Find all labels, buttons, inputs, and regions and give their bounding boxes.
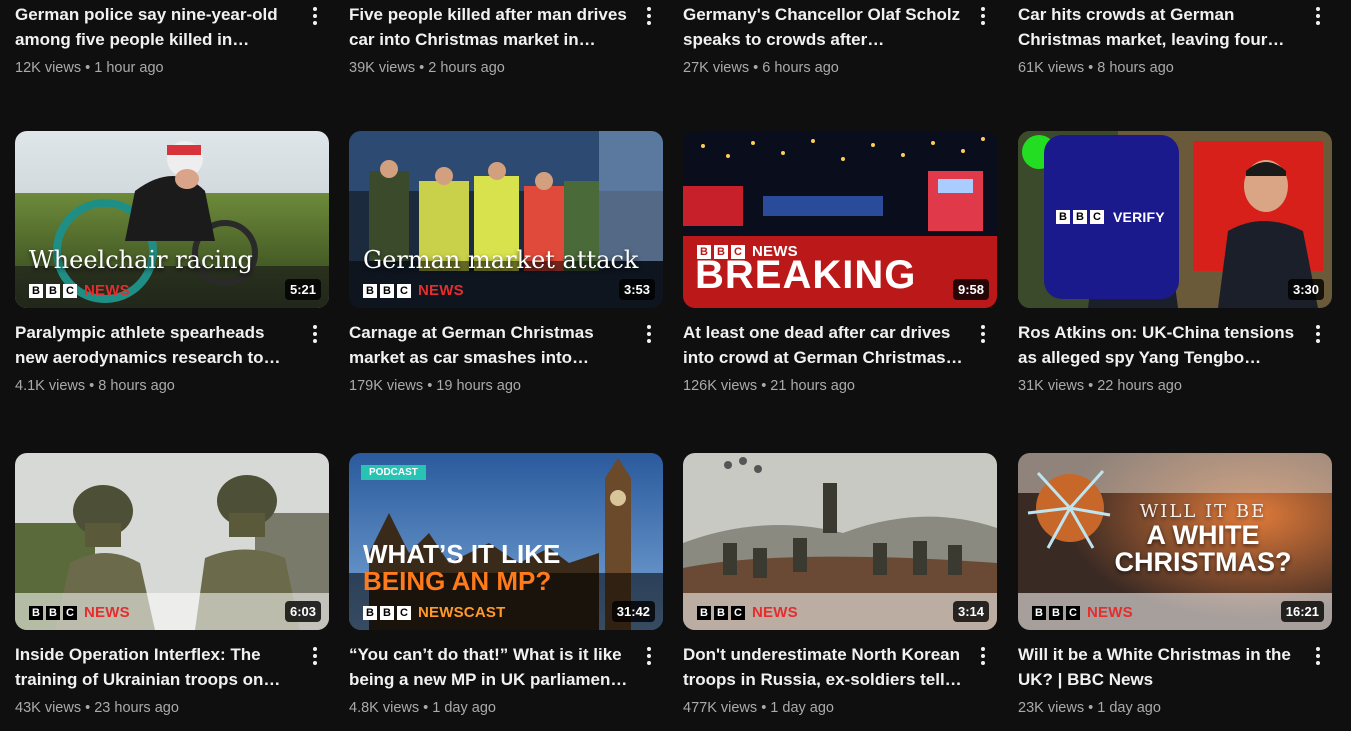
video-title[interactable]: German police say nine-year-old among fi… (15, 2, 299, 52)
video-card[interactable]: BBC NEWS 6:03 Inside Operation Interflex… (15, 453, 329, 718)
bbc-news-logo: BBC NEWS (29, 282, 130, 299)
video-thumbnail[interactable]: BBC NEWS BREAKING 9:58 (683, 131, 997, 308)
podcast-tag: PODCAST (361, 465, 426, 480)
video-thumbnail[interactable]: WILL IT BE A WHITE CHRISTMAS? BBC NEWS 1… (1018, 453, 1332, 630)
video-stats: 27K views • 6 hours ago (683, 60, 839, 76)
breaking-text: BREAKING (695, 253, 917, 297)
bbc-news-logo: BBC NEWS (1032, 604, 1133, 621)
video-meta: “You can’t do that!” What is it like bei… (349, 642, 663, 718)
bbc-news-logo: BBC NEWS (697, 604, 798, 621)
video-card[interactable]: Wheelchair racing BBC NEWS 5:21 Paralymp… (15, 131, 329, 396)
video-card[interactable]: Car hits crowds at German Christmas mark… (1018, 0, 1332, 78)
thumbnail-overlay-text: WILL IT BE A WHITE CHRISTMAS? (1114, 501, 1292, 577)
more-actions-icon[interactable] (1308, 322, 1328, 346)
video-thumbnail[interactable]: Wheelchair racing BBC NEWS 5:21 (15, 131, 329, 308)
video-grid: German police say nine-year-old among fi… (0, 0, 1351, 731)
bbc-news-logo: BBC NEWS (29, 604, 130, 621)
video-duration: 3:30 (1287, 279, 1324, 300)
video-thumbnail[interactable]: BBC NEWS 6:03 (15, 453, 329, 630)
video-title[interactable]: Five people killed after man drives car … (349, 2, 633, 52)
video-thumbnail[interactable]: BBC NEWS 3:14 (683, 453, 997, 630)
video-thumbnail[interactable]: German market attack BBC NEWS 3:53 (349, 131, 663, 308)
video-title[interactable]: “You can’t do that!” What is it like bei… (349, 642, 633, 692)
video-title[interactable]: Paralympic athlete spearheads new aerody… (15, 320, 299, 370)
video-meta: Paralympic athlete spearheads new aerody… (15, 320, 329, 396)
video-card[interactable]: Five people killed after man drives car … (349, 0, 663, 78)
video-card[interactable]: German police say nine-year-old among fi… (15, 0, 329, 78)
video-card[interactable]: Germany's Chancellor Olaf Scholz speaks … (683, 0, 997, 78)
video-thumbnail[interactable]: BBC VERIFY 3:30 (1018, 131, 1332, 308)
thumbnail-overlay-text: German market attack (363, 246, 639, 274)
video-meta: Will it be a White Christmas in the UK? … (1018, 642, 1332, 718)
video-meta: Ros Atkins on: UK-China tensions as alle… (1018, 320, 1332, 396)
video-stats: 4.8K views • 1 day ago (349, 700, 496, 716)
more-actions-icon[interactable] (639, 644, 659, 668)
more-actions-icon[interactable] (305, 4, 325, 28)
more-actions-icon[interactable] (973, 4, 993, 28)
more-actions-icon[interactable] (1308, 4, 1328, 28)
more-actions-icon[interactable] (973, 644, 993, 668)
more-actions-icon[interactable] (639, 4, 659, 28)
video-duration: 3:53 (618, 279, 655, 300)
thumbnail-overlay-text: WHAT’S IT LIKE BEING AN MP? (363, 539, 561, 596)
video-stats: 43K views • 23 hours ago (15, 700, 179, 716)
video-meta: Five people killed after man drives car … (349, 2, 663, 78)
video-card[interactable]: BBC NEWS BREAKING 9:58 At least one dead… (683, 131, 997, 396)
video-title[interactable]: Car hits crowds at German Christmas mark… (1018, 2, 1302, 52)
video-meta: Don't underestimate North Korean troops … (683, 642, 997, 718)
video-stats: 4.1K views • 8 hours ago (15, 378, 175, 394)
video-stats: 179K views • 19 hours ago (349, 378, 521, 394)
video-meta: Car hits crowds at German Christmas mark… (1018, 2, 1332, 78)
video-title[interactable]: Germany's Chancellor Olaf Scholz speaks … (683, 2, 967, 52)
more-actions-icon[interactable] (973, 322, 993, 346)
thumbnail-overlay-text: Wheelchair racing (29, 246, 253, 274)
video-stats: 12K views • 1 hour ago (15, 60, 164, 76)
video-title[interactable]: Will it be a White Christmas in the UK? … (1018, 642, 1302, 692)
more-actions-icon[interactable] (305, 644, 325, 668)
video-duration: 16:21 (1280, 601, 1324, 622)
video-stats: 126K views • 21 hours ago (683, 378, 855, 394)
video-duration: 5:21 (284, 279, 321, 300)
video-title[interactable]: Carnage at German Christmas market as ca… (349, 320, 633, 370)
video-card[interactable]: German market attack BBC NEWS 3:53 Carna… (349, 131, 663, 396)
video-title[interactable]: Ros Atkins on: UK-China tensions as alle… (1018, 320, 1302, 370)
bbc-newscast-logo: BBC NEWSCAST (363, 604, 505, 621)
video-meta: At least one dead after car drives into … (683, 320, 997, 396)
video-card[interactable]: BBC NEWS 3:14 Don't underestimate North … (683, 453, 997, 718)
video-stats: 23K views • 1 day ago (1018, 700, 1161, 716)
video-duration: 6:03 (284, 601, 321, 622)
video-stats: 61K views • 8 hours ago (1018, 60, 1174, 76)
video-stats: 39K views • 2 hours ago (349, 60, 505, 76)
video-title[interactable]: Inside Operation Interflex: The training… (15, 642, 299, 692)
video-meta: Germany's Chancellor Olaf Scholz speaks … (683, 2, 997, 78)
video-card[interactable]: BBC VERIFY 3:30 Ros Atkins on: UK-China … (1018, 131, 1332, 396)
video-stats: 31K views • 22 hours ago (1018, 378, 1182, 394)
video-duration: 31:42 (611, 601, 655, 622)
video-duration: 3:14 (952, 601, 989, 622)
video-meta: Carnage at German Christmas market as ca… (349, 320, 663, 396)
more-actions-icon[interactable] (639, 322, 659, 346)
video-duration: 9:58 (952, 279, 989, 300)
video-meta: German police say nine-year-old among fi… (15, 2, 329, 78)
video-meta: Inside Operation Interflex: The training… (15, 642, 329, 718)
video-stats: 477K views • 1 day ago (683, 700, 834, 716)
bbc-verify-logo: BBC VERIFY (1044, 135, 1179, 299)
more-actions-icon[interactable] (305, 322, 325, 346)
video-title[interactable]: Don't underestimate North Korean troops … (683, 642, 967, 692)
bbc-news-logo: BBC NEWS (363, 282, 464, 299)
video-card[interactable]: WILL IT BE A WHITE CHRISTMAS? BBC NEWS 1… (1018, 453, 1332, 718)
video-thumbnail[interactable]: PODCAST WHAT’S IT LIKE BEING AN MP? BBC … (349, 453, 663, 630)
video-card[interactable]: PODCAST WHAT’S IT LIKE BEING AN MP? BBC … (349, 453, 663, 718)
more-actions-icon[interactable] (1308, 644, 1328, 668)
video-title[interactable]: At least one dead after car drives into … (683, 320, 967, 370)
